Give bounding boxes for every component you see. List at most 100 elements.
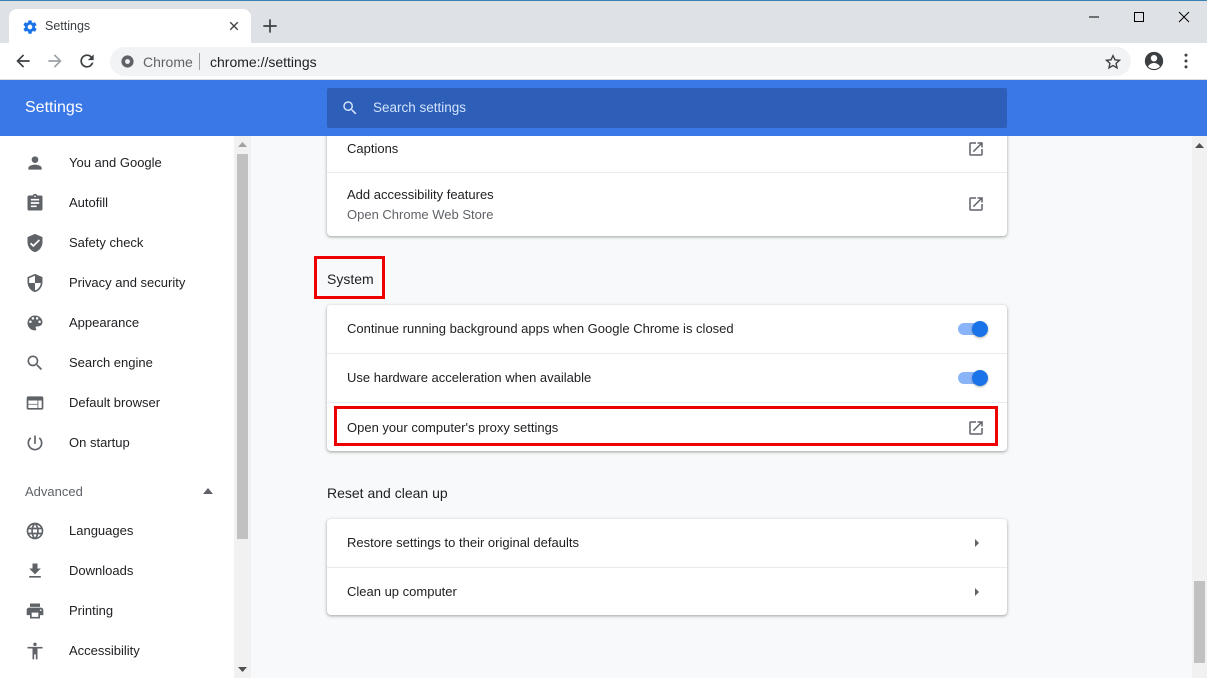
accessibility-icon: [27, 642, 43, 660]
add-features-label: Add accessibility features: [347, 187, 494, 202]
accessibility-card: Captions Add accessibility features Open…: [327, 136, 1007, 236]
search-input[interactable]: Search settings: [327, 88, 1007, 128]
back-icon[interactable]: [13, 51, 33, 71]
page-title: Settings: [25, 99, 83, 116]
minimize-button[interactable]: [1071, 5, 1117, 29]
sidebar-item-safety-check[interactable]: Safety check: [0, 223, 234, 263]
shield-check-icon: [27, 233, 43, 253]
printer-icon: [26, 603, 44, 619]
restore-defaults-label: Restore settings to their original defau…: [347, 535, 579, 550]
external-link-icon[interactable]: [967, 140, 985, 158]
hardware-acceleration-row[interactable]: Use hardware acceleration when available: [327, 353, 1007, 402]
forward-icon[interactable]: [45, 51, 65, 71]
maximize-button[interactable]: [1116, 5, 1162, 29]
sidebar-item-downloads[interactable]: Downloads: [0, 551, 234, 591]
maximize-icon: [1134, 12, 1144, 22]
clipboard-icon: [27, 193, 43, 211]
gear-icon: [23, 20, 37, 34]
search-placeholder: Search settings: [373, 100, 467, 115]
person-icon: [28, 156, 42, 170]
bookmark-star-icon[interactable]: [1104, 53, 1122, 71]
tab-title: Settings: [45, 19, 91, 33]
new-tab-icon[interactable]: [260, 16, 280, 36]
chevron-right-icon: [975, 539, 979, 547]
sidebar-item-printing[interactable]: Printing: [0, 591, 234, 631]
highlight-system-title: [314, 256, 385, 299]
scroll-down-arrow-icon[interactable]: [238, 667, 247, 673]
sidebar-item-search-engine[interactable]: Search engine: [0, 343, 234, 383]
sidebar-item-label: You and Google: [69, 155, 162, 170]
add-features-sublabel: Open Chrome Web Store: [347, 207, 494, 222]
download-icon: [29, 563, 41, 578]
sidebar-item-label: Printing: [69, 603, 114, 618]
sidebar-item-appearance[interactable]: Appearance: [0, 303, 234, 343]
background-apps-label: Continue running background apps when Go…: [347, 321, 734, 336]
sidebar-item-default-browser[interactable]: Default browser: [0, 383, 234, 423]
highlight-proxy-row: [334, 406, 998, 446]
profile-avatar-icon[interactable]: [1143, 50, 1165, 72]
sidebar-item-label: Downloads: [69, 563, 134, 578]
close-window-button[interactable]: [1161, 5, 1207, 29]
omnibox[interactable]: Chrome chrome://settings: [110, 47, 1131, 76]
settings-header: Settings Search settings: [0, 80, 1207, 136]
tab-settings[interactable]: Settings: [9, 9, 251, 44]
sidebar-item-accessibility[interactable]: Accessibility: [0, 631, 234, 671]
power-icon: [27, 435, 43, 451]
settings-main: Captions Add accessibility features Open…: [251, 136, 1192, 678]
advanced-toggle[interactable]: Advanced: [25, 484, 83, 499]
sidebar-item-label: Privacy and security: [69, 275, 186, 290]
sidebar-item-label: Accessibility: [69, 643, 140, 658]
sidebar-item-label: Search engine: [69, 355, 153, 370]
captions-label: Captions: [347, 141, 399, 156]
sidebar: You and Google Autofill Safety check Pri…: [0, 136, 234, 678]
search-icon: [343, 101, 357, 115]
sidebar-item-label: Default browser: [69, 395, 161, 410]
add-accessibility-features-row[interactable]: Add accessibility features Open Chrome W…: [327, 172, 1007, 236]
sidebar-item-privacy-and-security[interactable]: Privacy and security: [0, 263, 234, 303]
globe-icon: [26, 522, 44, 540]
scroll-up-arrow-icon[interactable]: [238, 141, 247, 147]
search-icon: [27, 355, 43, 371]
omnibox-chip: Chrome: [143, 54, 193, 70]
title-bar: Settings: [0, 0, 1207, 44]
reset-card: Restore settings to their original defau…: [327, 519, 1007, 615]
menu-kebab-icon[interactable]: [1176, 51, 1196, 71]
close-tab-icon[interactable]: [225, 17, 243, 35]
main-scrollbar[interactable]: [1192, 136, 1207, 678]
background-apps-toggle[interactable]: [956, 319, 990, 339]
sidebar-item-you-and-google[interactable]: You and Google: [0, 143, 234, 183]
hardware-acceleration-toggle[interactable]: [956, 368, 990, 388]
minimize-icon: [1089, 16, 1099, 18]
cleanup-computer-row[interactable]: Clean up computer: [327, 567, 1007, 615]
chevron-right-icon: [975, 588, 979, 596]
restore-defaults-row[interactable]: Restore settings to their original defau…: [327, 519, 1007, 567]
main-scroll-thumb[interactable]: [1194, 581, 1205, 663]
sidebar-item-label: Languages: [69, 523, 134, 538]
sidebar-item-label: Autofill: [69, 195, 109, 210]
sidebar-item-label: Appearance: [69, 315, 140, 330]
scroll-up-arrow-icon[interactable]: [1195, 142, 1204, 148]
omnibox-separator: [199, 53, 200, 70]
background-apps-row[interactable]: Continue running background apps when Go…: [327, 305, 1007, 353]
shield-icon: [27, 273, 43, 293]
browser-icon: [26, 396, 44, 410]
sidebar-item-label: Safety check: [69, 235, 144, 250]
chevron-up-icon[interactable]: [203, 487, 213, 495]
hardware-acceleration-label: Use hardware acceleration when available: [347, 370, 592, 385]
reload-icon[interactable]: [77, 51, 97, 71]
url-text[interactable]: chrome://settings: [210, 54, 317, 70]
external-link-icon[interactable]: [967, 195, 985, 213]
sidebar-item-autofill[interactable]: Autofill: [0, 183, 234, 223]
palette-icon: [27, 315, 43, 331]
sidebar-scrollbar[interactable]: [234, 136, 251, 678]
close-icon: [1178, 11, 1190, 23]
sidebar-item-on-startup[interactable]: On startup: [0, 423, 234, 463]
cleanup-computer-label: Clean up computer: [347, 584, 457, 599]
sidebar-item-languages[interactable]: Languages: [0, 511, 234, 551]
reset-section-title: Reset and clean up: [327, 485, 448, 501]
sidebar-scroll-thumb[interactable]: [237, 154, 248, 539]
captions-row[interactable]: Captions: [327, 136, 1007, 172]
chrome-icon[interactable]: [120, 54, 135, 69]
sidebar-item-label: On startup: [69, 435, 130, 450]
browser-toolbar: Chrome chrome://settings: [0, 43, 1207, 80]
